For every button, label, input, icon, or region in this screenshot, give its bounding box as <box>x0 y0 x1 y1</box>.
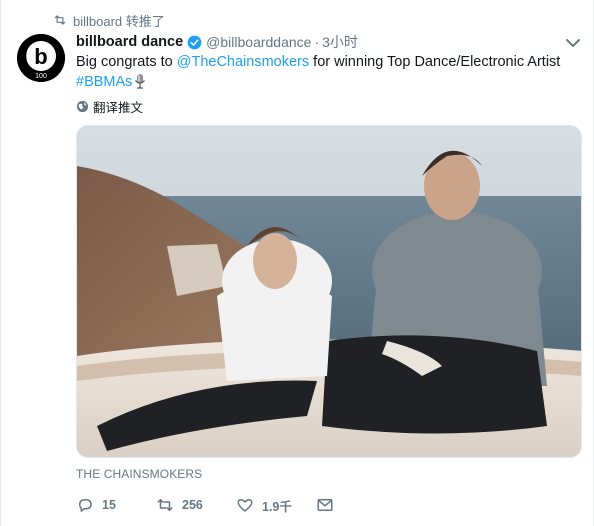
retweet-context[interactable]: billboard 转推了 <box>53 10 165 30</box>
retweet-count: 256 <box>182 498 203 512</box>
translate-tweet-button[interactable]: 翻译推文 <box>76 97 143 115</box>
envelope-icon <box>317 499 333 511</box>
hashtag-link[interactable]: #BBMAs <box>76 74 132 90</box>
mention-link[interactable]: @TheChainsmokers <box>177 54 309 70</box>
retweet-icon <box>54 15 66 25</box>
photo-caption: THE CHAINSMOKERS <box>76 467 203 481</box>
reply-icon <box>79 499 92 512</box>
like-button[interactable]: 1.9千 <box>236 496 316 515</box>
tweet-text: Big congrats to @TheChainsmokers for win… <box>76 52 566 92</box>
user-handle[interactable]: @billboarddance <box>206 34 311 50</box>
reply-button[interactable]: 15 <box>76 496 156 514</box>
direct-message-button[interactable] <box>316 496 334 514</box>
separator-dot: · <box>314 34 320 50</box>
tweet-photo[interactable] <box>76 125 582 458</box>
tweet-actions: 15 256 1.9千 <box>76 494 334 516</box>
tweet-header: billboard dance @billboarddance · 3小时 <box>76 32 358 52</box>
verified-badge-icon <box>187 35 202 49</box>
timestamp[interactable]: 3小时 <box>322 32 358 52</box>
microphone-emoji-icon <box>135 74 146 89</box>
avatar-100-text: 100 <box>35 73 47 80</box>
chevron-down-icon[interactable] <box>564 36 582 50</box>
retweet-button[interactable]: 256 <box>156 496 236 514</box>
avatar[interactable]: b DANCE 100 <box>17 34 65 82</box>
avatar-dance-text: DANCE <box>23 48 28 62</box>
reply-count: 15 <box>102 498 116 512</box>
display-name[interactable]: billboard dance <box>76 34 183 50</box>
retweet-context-label[interactable]: billboard 转推了 <box>73 11 165 30</box>
globe-icon <box>76 100 89 112</box>
avatar-logo-letter: b <box>34 44 47 69</box>
retweet-icon <box>157 499 173 511</box>
translate-label[interactable]: 翻译推文 <box>93 97 143 116</box>
heart-icon <box>237 499 253 512</box>
tweet-text-prefix: Big congrats to <box>76 54 177 70</box>
tweet-text-suffix: for winning Top Dance/Electronic Artist <box>309 54 561 70</box>
like-count: 1.9千 <box>262 499 292 514</box>
tweet-card[interactable]: billboard 转推了 b DANCE 100 billboard danc… <box>0 0 594 526</box>
